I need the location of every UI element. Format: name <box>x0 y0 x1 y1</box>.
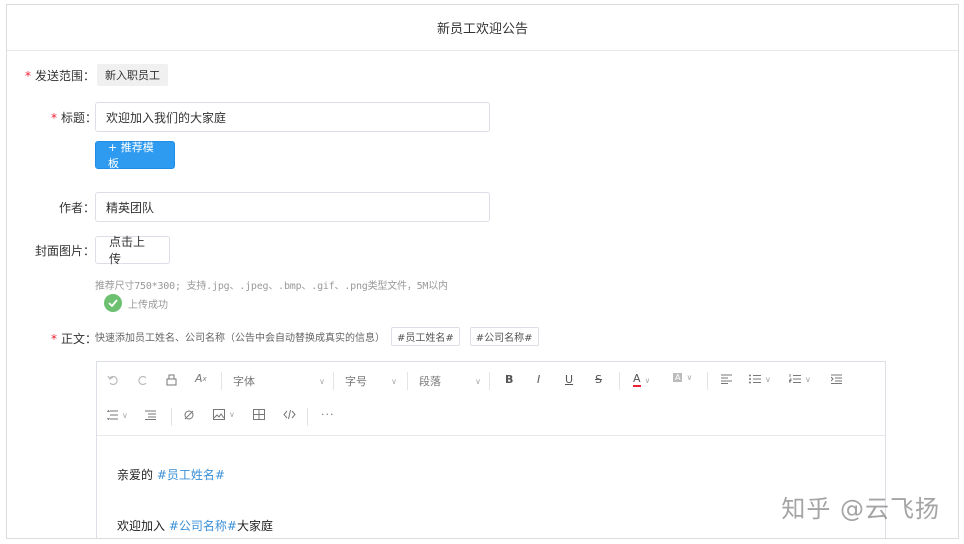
watermark: 知乎 @云飞扬 <box>781 495 940 523</box>
more-button[interactable]: ··· <box>321 408 335 421</box>
editor-content[interactable]: 亲爱的 #员工姓名# 欢迎加入 #公司名称#大家庭 <box>117 466 273 534</box>
outdent-icon[interactable] <box>145 410 156 420</box>
check-icon <box>104 294 122 312</box>
link-icon[interactable] <box>183 409 195 421</box>
insert-employee-name-tag[interactable]: #员工姓名# <box>391 327 460 346</box>
upload-status: 上传成功 <box>104 294 168 312</box>
ordered-list-icon[interactable]: ∨ <box>789 374 811 384</box>
content-line: 亲爱的 #员工姓名# <box>117 468 225 482</box>
author-label: 作者： <box>59 201 96 215</box>
redo-icon[interactable] <box>137 374 149 386</box>
line-height-icon[interactable]: ∨ <box>107 410 128 420</box>
unordered-list-icon[interactable]: ∨ <box>749 374 771 384</box>
author-input[interactable]: 精英团队 <box>95 192 490 222</box>
cover-label: 封面图片： <box>35 244 96 258</box>
upload-button[interactable]: 点击上传 <box>95 235 170 266</box>
paragraph-select[interactable]: 段落 ∨ <box>419 373 481 389</box>
recommend-template-button[interactable]: + 推荐模板 <box>95 141 175 170</box>
upload-hint: 推荐尺寸750*300; 支持.jpg、.jpeg、.bmp、.gif、.png… <box>95 281 448 292</box>
insert-company-name-tag[interactable]: #公司名称# <box>469 327 539 346</box>
font-size-select[interactable]: 字号 ∨ <box>345 373 397 389</box>
content-line: 欢迎加入 #公司名称#大家庭 <box>117 519 273 533</box>
italic-button[interactable]: I <box>537 373 540 386</box>
chevron-down-icon: ∨ <box>765 374 771 384</box>
scope-tag[interactable]: 新入职员工 <box>97 64 168 86</box>
body-label: * 正文： <box>51 332 98 346</box>
chevron-down-icon: ∨ <box>122 410 128 420</box>
chevron-down-icon: ∨ <box>644 375 651 385</box>
chevron-down-icon: ∨ <box>805 374 811 384</box>
rich-text-editor: Ax 字体 ∨ 字号 ∨ 段落 ∨ B I U S A ∨ A ∨ ∨ ∨ ∨ … <box>96 361 886 538</box>
page-header: 新员工欢迎公告 <box>7 5 958 51</box>
format-painter-icon[interactable] <box>165 374 178 387</box>
title-label: * 标题： <box>51 111 98 125</box>
undo-icon[interactable] <box>107 374 119 386</box>
announcement-form: 新员工欢迎公告 * 发送范围： 新入职员工 * 标题： 欢迎加入我们的大家庭 + 推… <box>6 4 959 539</box>
chevron-down-icon: ∨ <box>475 376 481 386</box>
bold-button[interactable]: B <box>505 373 513 386</box>
chevron-down-icon: ∨ <box>686 373 693 382</box>
font-family-select[interactable]: 字体 ∨ <box>233 373 325 389</box>
image-icon[interactable]: ∨ <box>213 409 235 420</box>
code-icon[interactable] <box>283 409 296 420</box>
align-left-icon[interactable] <box>721 374 732 384</box>
chevron-down-icon: ∨ <box>391 376 397 386</box>
page-title: 新员工欢迎公告 <box>436 22 528 37</box>
chevron-down-icon: ∨ <box>319 376 325 386</box>
editor-toolbar: Ax 字体 ∨ 字号 ∨ 段落 ∨ B I U S A ∨ A ∨ ∨ ∨ ∨ … <box>97 362 885 436</box>
background-color-button[interactable]: A ∨ <box>673 373 692 382</box>
underline-button[interactable]: U <box>565 373 573 386</box>
clear-format-icon[interactable]: Ax <box>195 372 207 385</box>
body-hint: 快速添加员工姓名、公司名称（公告中会自动替换成真实的信息） #员工姓名# #公司… <box>95 327 539 346</box>
title-input[interactable]: 欢迎加入我们的大家庭 <box>95 102 490 132</box>
chevron-down-icon: ∨ <box>229 410 235 419</box>
strikethrough-button[interactable]: S <box>595 373 602 386</box>
scope-label: * 发送范围： <box>25 69 96 83</box>
indent-icon[interactable] <box>831 374 842 384</box>
font-color-button[interactable]: A ∨ <box>633 373 650 387</box>
table-icon[interactable] <box>253 409 265 420</box>
